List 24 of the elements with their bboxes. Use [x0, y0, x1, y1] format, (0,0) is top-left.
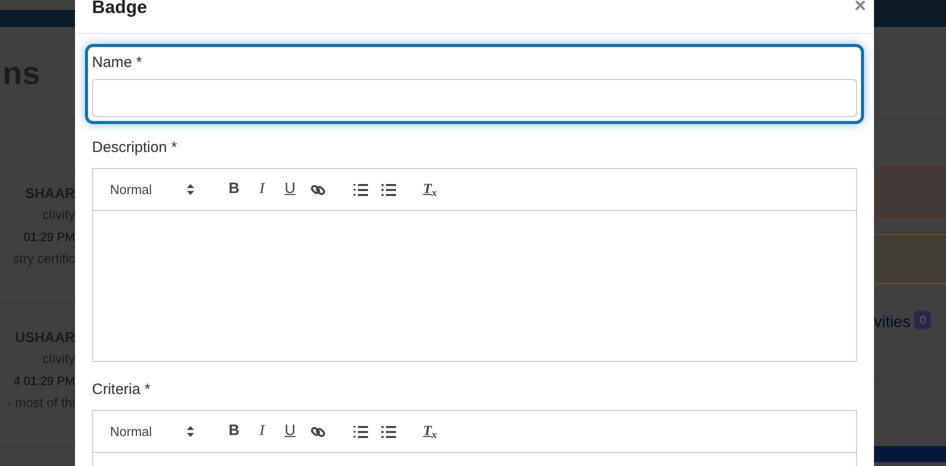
bold-button[interactable]: B — [220, 420, 248, 443]
field-label: Criteria * — [92, 380, 152, 400]
format-dropdown[interactable]: Normal — [110, 422, 200, 442]
clear-format-button[interactable]: T$_{x}$ — [416, 421, 444, 442]
footer-bar — [874, 446, 946, 462]
field-label: Name * — [92, 53, 144, 73]
alert-panel — [874, 234, 946, 284]
clear-format-button[interactable]: T$_{x}$ — [416, 179, 444, 200]
format-dropdown[interactable]: Normal — [110, 180, 200, 200]
italic-button[interactable]: I — [248, 178, 276, 201]
bullet-list-icon — [380, 424, 396, 438]
updown-icon — [187, 184, 194, 195]
underline-button[interactable]: U — [276, 178, 304, 201]
italic-button[interactable]: I — [248, 420, 276, 443]
bullet-list-icon — [380, 182, 396, 196]
alert-panel — [874, 167, 946, 217]
updown-icon — [187, 426, 194, 437]
bold-button[interactable]: B — [220, 178, 248, 201]
name-input[interactable] — [92, 79, 857, 117]
header-bar — [874, 0, 946, 27]
underline-button[interactable]: U — [276, 420, 304, 443]
activities-label: vities — [874, 313, 910, 333]
field-label: Description * — [92, 138, 178, 158]
close-button[interactable]: × — [854, 0, 866, 12]
